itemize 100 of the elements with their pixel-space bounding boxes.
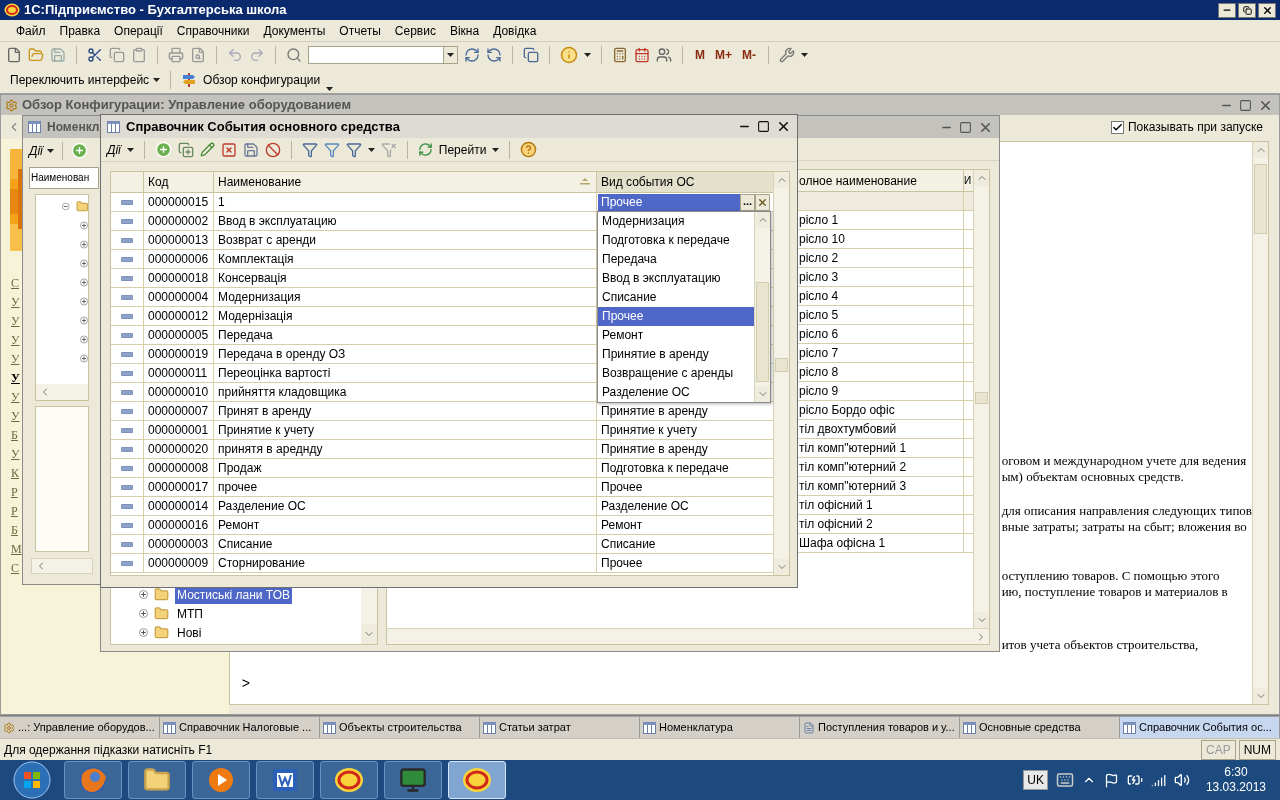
dropdown-item[interactable]: Принятие в аренду: [598, 345, 754, 364]
link[interactable]: С: [11, 559, 19, 578]
link[interactable]: У: [11, 445, 20, 464]
close-button[interactable]: [1258, 2, 1276, 18]
info-icon[interactable]: [560, 45, 578, 64]
logo-icon[interactable]: [334, 767, 364, 793]
link[interactable]: Р: [11, 483, 18, 502]
link[interactable]: У: [11, 369, 20, 388]
column-header[interactable]: Наименование: [218, 173, 302, 191]
expand-icon[interactable]: [139, 628, 148, 637]
users-icon[interactable]: [656, 46, 672, 63]
filter-icon[interactable]: [301, 141, 318, 158]
link[interactable]: Б: [11, 521, 18, 540]
filter-icon[interactable]: [345, 141, 362, 158]
vertical-scrollbar[interactable]: [773, 172, 789, 575]
cut-icon[interactable]: [87, 46, 103, 63]
scrollbar-thumb[interactable]: [756, 282, 769, 382]
close-icon[interactable]: [776, 119, 791, 134]
link[interactable]: У: [11, 331, 20, 350]
expand-icon[interactable]: [139, 590, 148, 599]
vertical-scrollbar[interactable]: [754, 212, 770, 402]
dropdown-item[interactable]: Прочее: [598, 307, 754, 326]
menu-item[interactable]: Справочники: [170, 21, 256, 40]
link[interactable]: К: [11, 464, 19, 483]
actions-menu[interactable]: Дії: [29, 141, 43, 160]
tree-item[interactable]: МТП: [175, 604, 205, 623]
play-icon[interactable]: [207, 766, 235, 794]
flag-icon[interactable]: [1103, 772, 1119, 788]
link[interactable]: Р: [11, 502, 18, 521]
actions-menu[interactable]: Дії: [107, 140, 121, 159]
link[interactable]: С: [11, 274, 19, 293]
expand-icon[interactable]: [80, 259, 88, 268]
menu-item[interactable]: Сервис: [388, 21, 442, 40]
volume-icon[interactable]: [1173, 772, 1190, 788]
column-header[interactable]: Код: [148, 175, 169, 189]
language-indicator[interactable]: UK: [1023, 770, 1048, 790]
collapse-icon[interactable]: [62, 202, 70, 211]
refresh-icon[interactable]: [417, 142, 433, 157]
dropdown-item[interactable]: Модернизация: [598, 212, 754, 231]
vertical-scrollbar[interactable]: [973, 170, 989, 628]
menu-item[interactable]: Довідка: [487, 21, 543, 40]
memory-button[interactable]: M-: [740, 45, 758, 64]
taskbar-button[interactable]: [320, 761, 378, 799]
link[interactable]: У: [11, 350, 20, 369]
copy-icon[interactable]: [109, 46, 125, 63]
save-icon[interactable]: [242, 141, 259, 158]
dropdown-item[interactable]: Ремонт: [598, 326, 754, 345]
scrollbar-thumb[interactable]: [975, 392, 988, 404]
vertical-scrollbar[interactable]: [1252, 142, 1268, 704]
filter-icon[interactable]: [323, 141, 340, 158]
add-icon[interactable]: [154, 141, 172, 158]
search-icon[interactable]: [286, 46, 302, 63]
menu-item[interactable]: Документы: [257, 21, 332, 40]
menu-item[interactable]: Операції: [108, 21, 169, 40]
menu-item[interactable]: Файл: [10, 21, 52, 40]
filter-field[interactable]: Наименован: [29, 167, 99, 189]
checkbox[interactable]: [1110, 120, 1124, 134]
windows-icon[interactable]: [523, 46, 539, 63]
globe-icon[interactable]: [78, 765, 108, 795]
find-previous-icon[interactable]: [486, 46, 502, 63]
window-tab[interactable]: Справочник События ос...: [1120, 717, 1280, 738]
copy-add-icon[interactable]: [177, 141, 194, 158]
menu-item[interactable]: Правка: [53, 21, 107, 40]
add-icon[interactable]: [70, 142, 88, 159]
print-icon[interactable]: [168, 46, 184, 63]
horizontal-scrollbar[interactable]: [31, 558, 93, 574]
horizontal-scrollbar[interactable]: [387, 628, 989, 644]
scrollbar-thumb[interactable]: [1254, 164, 1267, 234]
tools-icon[interactable]: [779, 46, 795, 63]
expand-icon[interactable]: [80, 278, 88, 287]
window-tab[interactable]: Объекты строительства: [320, 717, 480, 738]
signal-icon[interactable]: [1150, 772, 1166, 788]
memory-button[interactable]: M+: [713, 45, 734, 64]
maximize-icon[interactable]: [757, 120, 770, 133]
delete-icon[interactable]: [220, 141, 237, 158]
dropdown-item[interactable]: Возвращение с аренды: [598, 364, 754, 383]
folder-icon[interactable]: [143, 766, 171, 794]
window-tab[interactable]: Поступления товаров и у...: [800, 717, 960, 738]
restore-button[interactable]: [1238, 2, 1256, 18]
choice-field[interactable]: Прочее: [598, 193, 740, 211]
start-button[interactable]: [12, 760, 52, 800]
find-next-icon[interactable]: [464, 46, 480, 63]
expand-icon[interactable]: [80, 297, 88, 306]
expand-icon[interactable]: [80, 354, 88, 363]
paste-icon[interactable]: [131, 46, 147, 63]
memory-button[interactable]: M: [693, 45, 707, 64]
switch-interface-button[interactable]: Переключить интерфейс: [10, 71, 150, 89]
search-field[interactable]: [308, 45, 444, 64]
link[interactable]: У: [11, 388, 20, 407]
menu-item[interactable]: Отчеты: [333, 21, 387, 40]
window-tab[interactable]: ...: Управление оборудов...: [0, 717, 160, 738]
calculator-icon[interactable]: [612, 46, 628, 63]
expand-icon[interactable]: [80, 221, 88, 230]
scrollbar-thumb[interactable]: [775, 358, 788, 372]
help-icon[interactable]: [520, 141, 538, 158]
overview-button[interactable]: Обзор конфигурации: [203, 71, 321, 89]
taskbar-button[interactable]: [128, 761, 186, 799]
dropdown-item[interactable]: Разделение ОС: [598, 383, 754, 402]
word-icon[interactable]: [271, 766, 299, 794]
monitor-icon[interactable]: [399, 766, 427, 794]
